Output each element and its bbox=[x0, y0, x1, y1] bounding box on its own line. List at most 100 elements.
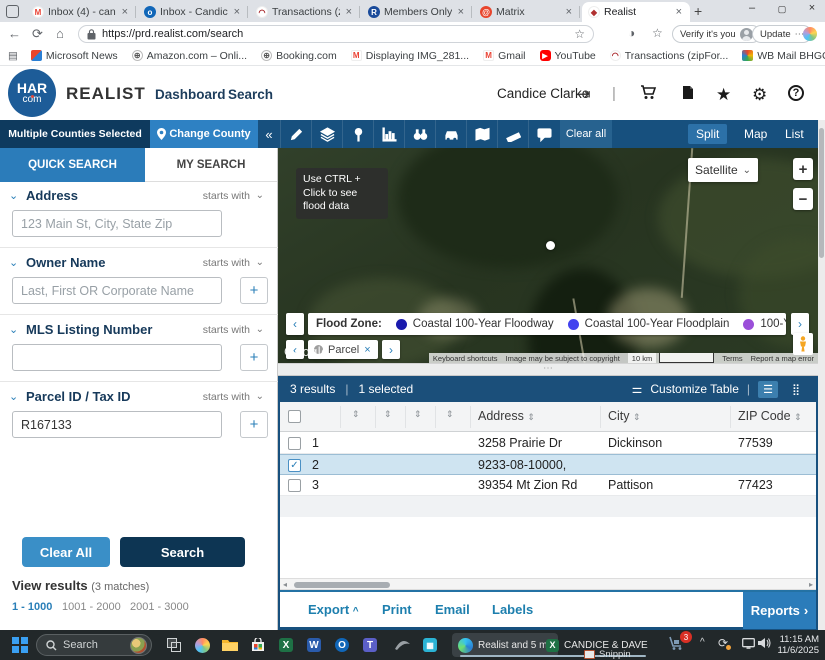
row-checkbox[interactable] bbox=[288, 437, 301, 450]
chevron-down-icon[interactable]: ⌄ bbox=[256, 257, 264, 268]
export-button[interactable]: Export ^ bbox=[308, 602, 359, 617]
outlook-icon[interactable]: O bbox=[332, 635, 352, 655]
row-checkbox-checked[interactable]: ✓ bbox=[288, 459, 301, 472]
row-checkbox[interactable] bbox=[288, 479, 301, 492]
logout-icon[interactable]: ⇥ bbox=[578, 85, 591, 103]
tab-close-icon[interactable]: × bbox=[344, 6, 354, 18]
home-icon[interactable]: ⌂ bbox=[56, 26, 64, 41]
map-panel[interactable]: Use CTRL + Click to see flood data Satel… bbox=[278, 148, 818, 363]
bookmark-item[interactable]: MDisplaying IMG_281... bbox=[344, 50, 476, 62]
verify-profile-pill[interactable]: Verify it's you bbox=[672, 25, 761, 43]
add-owner-button[interactable]: + bbox=[240, 277, 268, 304]
bookmark-item[interactable]: ◠Transactions (zipFor... bbox=[603, 50, 735, 62]
file-explorer-icon[interactable] bbox=[220, 635, 240, 655]
app-blue-icon[interactable]: ▦ bbox=[420, 635, 440, 655]
scroll-right-icon[interactable]: ▸ bbox=[809, 580, 813, 589]
scrollbar-thumb[interactable] bbox=[294, 582, 390, 588]
counties-selected-button[interactable]: Multiple Counties Selected bbox=[0, 120, 150, 148]
mls-number-input[interactable] bbox=[12, 344, 222, 371]
binoculars-icon[interactable] bbox=[404, 120, 435, 148]
browser-tab[interactable]: M Inbox (4) - candicew × bbox=[26, 2, 136, 22]
add-parcel-button[interactable]: + bbox=[240, 411, 268, 438]
favorites-bar-icon[interactable]: ☆ bbox=[652, 26, 663, 40]
tab-close-icon[interactable]: × bbox=[232, 6, 242, 18]
grid-view-icon[interactable]: ⣿ bbox=[786, 381, 806, 398]
help-icon[interactable]: ? bbox=[788, 85, 804, 101]
customize-table-button[interactable]: Customize Table bbox=[650, 382, 739, 396]
pegman-icon[interactable] bbox=[793, 333, 813, 355]
bookmark-item[interactable]: Microsoft News bbox=[24, 50, 125, 62]
settings-gear-icon[interactable]: ⚙ bbox=[752, 85, 767, 105]
split-screen-icon[interactable]: ◑ bbox=[628, 26, 635, 40]
panel-resize-handle[interactable]: ⋯ bbox=[278, 363, 818, 376]
document-icon[interactable] bbox=[682, 85, 694, 104]
draw-tool-icon[interactable] bbox=[280, 120, 311, 148]
zoom-out-button[interactable]: − bbox=[793, 188, 813, 210]
clear-all-button[interactable]: Clear All bbox=[22, 537, 110, 567]
tab-quick-search[interactable]: QUICK SEARCH bbox=[0, 148, 145, 182]
keyboard-shortcuts-link[interactable]: Keyboard shortcuts bbox=[429, 353, 502, 363]
vertical-scrollbar[interactable] bbox=[818, 120, 825, 630]
bookmark-star-icon[interactable]: ☆ bbox=[574, 27, 585, 41]
favorites-star-icon[interactable]: ★ bbox=[716, 85, 731, 105]
microsoft-store-icon[interactable] bbox=[248, 635, 268, 655]
comment-icon[interactable] bbox=[528, 120, 559, 148]
browser-tab[interactable]: R Members Only Area × bbox=[362, 2, 472, 22]
ruler-icon[interactable] bbox=[497, 120, 528, 148]
copilot-icon[interactable] bbox=[192, 635, 212, 655]
chevron-down-icon[interactable]: ⌄ bbox=[9, 390, 18, 403]
chevron-down-icon[interactable]: ⌄ bbox=[9, 323, 18, 336]
taskbar-clock[interactable]: 11:15 AM 11/6/2025 bbox=[775, 634, 819, 657]
scrollbar-thumb[interactable] bbox=[819, 128, 824, 258]
browser-tab[interactable]: @ Matrix × bbox=[474, 2, 580, 22]
minimize-button[interactable]: – bbox=[740, 2, 764, 14]
legend-prev-icon[interactable]: ‹ bbox=[286, 313, 304, 335]
cart-icon[interactable] bbox=[640, 85, 657, 104]
layers-icon[interactable] bbox=[311, 120, 342, 148]
view-map-button[interactable]: Map bbox=[736, 124, 775, 144]
chevron-down-icon[interactable]: ⌄ bbox=[9, 189, 18, 202]
excel-icon[interactable]: X bbox=[276, 635, 296, 655]
bookmark-item[interactable]: ⊕Amazon.com – Onli... bbox=[125, 50, 254, 62]
new-tab-button[interactable]: + bbox=[694, 3, 702, 19]
owner-name-input[interactable] bbox=[12, 277, 222, 304]
column-city[interactable]: City ⇕ bbox=[608, 409, 641, 423]
labels-button[interactable]: Labels bbox=[492, 602, 533, 617]
list-view-icon[interactable]: ☰ bbox=[758, 381, 778, 398]
print-button[interactable]: Print bbox=[382, 602, 412, 617]
volume-icon[interactable] bbox=[758, 637, 771, 652]
notification-app-icon[interactable]: 3 bbox=[668, 635, 684, 654]
parcel-id-input[interactable] bbox=[12, 411, 222, 438]
search-button[interactable]: Search bbox=[120, 537, 245, 567]
tab-close-icon[interactable]: × bbox=[456, 6, 466, 18]
scroll-left-icon[interactable]: ◂ bbox=[283, 580, 287, 589]
car-icon[interactable] bbox=[435, 120, 466, 148]
parcel-next-icon[interactable]: › bbox=[382, 340, 400, 359]
change-county-button[interactable]: Change County bbox=[150, 120, 258, 148]
tab-close-icon[interactable]: × bbox=[120, 6, 130, 18]
terms-link[interactable]: Terms bbox=[718, 353, 746, 363]
table-row[interactable]: 1 3258 Prairie Dr Dickinson 77539 bbox=[280, 433, 816, 454]
teams-icon[interactable]: T bbox=[360, 635, 380, 655]
chevron-down-icon[interactable]: ⌄ bbox=[256, 324, 264, 335]
bookmark-item[interactable]: ▶YouTube bbox=[533, 50, 603, 62]
chart-icon[interactable] bbox=[373, 120, 404, 148]
tab-search-icon[interactable] bbox=[6, 5, 19, 18]
nav-dashboard[interactable]: Dashboard bbox=[155, 87, 226, 102]
tab-close-icon[interactable]: × bbox=[564, 6, 574, 18]
column-zip[interactable]: ZIP Code ⇕ bbox=[738, 409, 802, 423]
chevron-down-icon[interactable]: ⌄ bbox=[256, 391, 264, 402]
sort-icon[interactable]: ⇕ bbox=[446, 409, 454, 420]
map-marker[interactable] bbox=[546, 241, 555, 250]
snipping-tool-fragment[interactable]: Snippin bbox=[584, 649, 631, 660]
table-row[interactable]: 3 39354 Mt Zion Rd Pattison 77423 bbox=[280, 475, 816, 496]
address-input[interactable] bbox=[12, 210, 222, 237]
map-icon[interactable] bbox=[466, 120, 497, 148]
task-view-icon[interactable] bbox=[164, 635, 184, 655]
bookmark-item[interactable]: ⊕Booking.com bbox=[254, 50, 344, 62]
start-button[interactable] bbox=[10, 635, 30, 655]
parcel-close-icon[interactable]: × bbox=[364, 344, 370, 356]
bing-daily-image[interactable] bbox=[130, 637, 147, 654]
add-mls-button[interactable]: + bbox=[240, 344, 268, 371]
word-icon[interactable]: W bbox=[304, 635, 324, 655]
